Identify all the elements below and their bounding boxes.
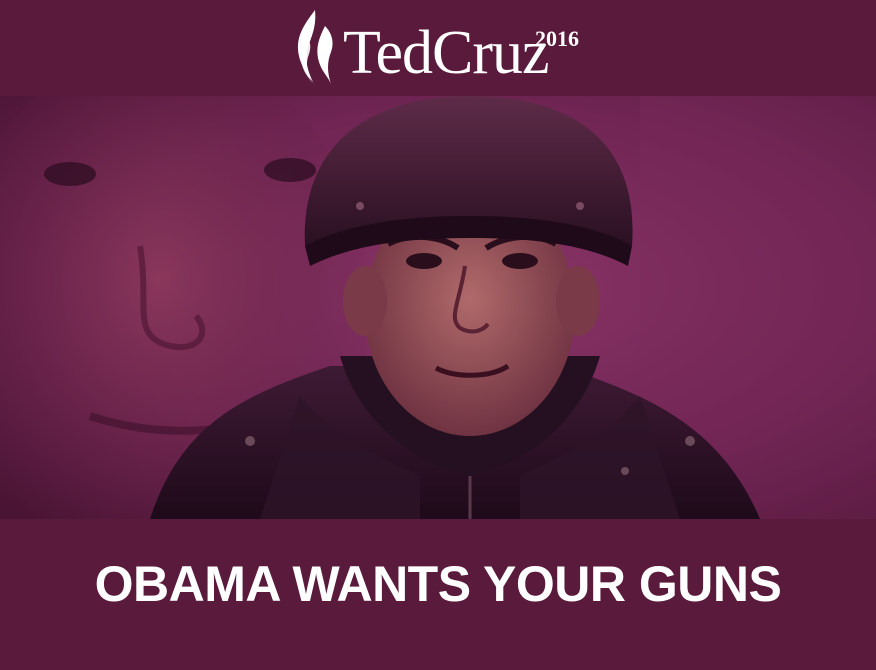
logo-wordmark: TedCruz (343, 19, 550, 87)
header-band: TedCruz 2016 (0, 0, 876, 96)
flame-logo-icon (297, 10, 333, 86)
caption-band: OBAMA WANTS YOUR GUNS (0, 519, 876, 670)
logo-year: 2016 (535, 26, 579, 51)
photo-illustration (0, 96, 876, 519)
campaign-graphic: TedCruz 2016 OBAMA WANTS YOUR GUNS (0, 0, 876, 670)
portrait-photo (0, 96, 876, 519)
headline: OBAMA WANTS YOUR GUNS (94, 556, 782, 612)
campaign-logo: TedCruz 2016 (285, 8, 605, 88)
